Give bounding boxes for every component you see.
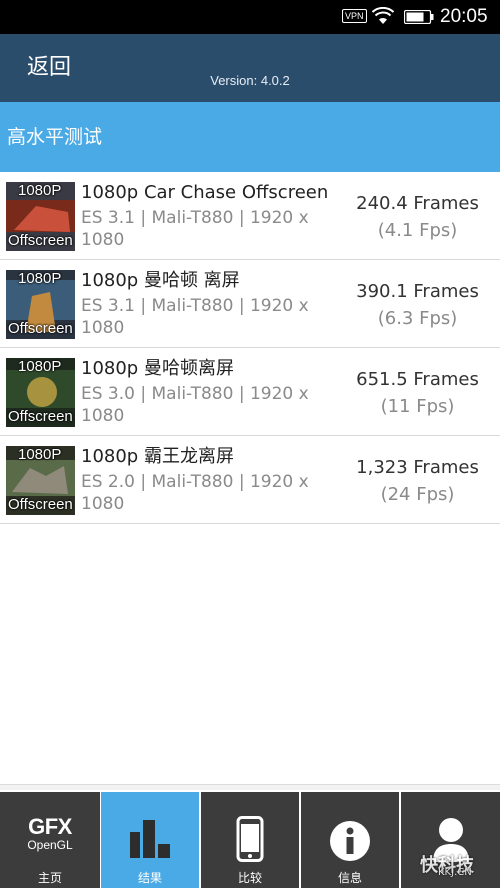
test-frames: 240.4 Frames <box>356 193 479 214</box>
battery-icon <box>404 10 434 24</box>
bar-chart-icon <box>130 820 170 858</box>
test-details: ES 3.1 | Mali-T880 | 1920 x 1080 <box>81 208 309 250</box>
info-icon <box>330 821 370 861</box>
test-fps: (24 Fps) <box>380 484 455 505</box>
test-name: 1080p 曼哈顿 离屏 <box>81 270 240 291</box>
gfx-opengl-logo: GFX OpenGL <box>0 814 100 853</box>
tab-bar-divider <box>0 784 500 790</box>
test-fps: (11 Fps) <box>380 396 455 417</box>
test-frames: 651.5 Frames <box>356 369 479 390</box>
watermark: 快科技 KKJ.CN <box>420 851 474 878</box>
tab-compare[interactable]: 比较 <box>201 792 299 888</box>
test-row[interactable]: 1080P Offscreen 1080p 霸王龙离屏 ES 2.0 | Mal… <box>0 436 500 524</box>
thumb-resolution-tag: 1080P <box>18 358 62 375</box>
test-fps: (6.3 Fps) <box>377 308 458 329</box>
test-fps: (4.1 Fps) <box>377 220 458 241</box>
phone-icon <box>236 816 264 862</box>
tab-label: 信息 <box>337 871 362 885</box>
section-title: 高水平测试 <box>7 126 103 148</box>
thumb-offscreen-tag: Offscreen <box>8 320 73 337</box>
test-row[interactable]: 1080P Offscreen 1080p 曼哈顿离屏 ES 3.0 | Mal… <box>0 348 500 436</box>
test-thumbnail: 1080P Offscreen <box>6 182 75 251</box>
tab-label: 结果 <box>137 871 162 885</box>
thumb-offscreen-tag: Offscreen <box>8 496 73 513</box>
test-frames: 390.1 Frames <box>356 281 479 302</box>
test-thumbnail: 1080P Offscreen <box>6 358 75 427</box>
test-details: ES 2.0 | Mali-T880 | 1920 x 1080 <box>81 472 309 514</box>
logo-main-text: GFX <box>28 814 72 839</box>
test-thumbnail: 1080P Offscreen <box>6 270 75 339</box>
section-header: 高水平测试 <box>0 102 500 172</box>
clock: 20:05 <box>440 6 488 27</box>
wifi-icon <box>372 7 394 24</box>
test-name: 1080p 霸王龙离屏 <box>81 446 234 467</box>
test-row[interactable]: 1080P Offscreen 1080p 曼哈顿 离屏 ES 3.1 | Ma… <box>0 260 500 348</box>
tab-label: 比较 <box>237 871 262 885</box>
tab-info[interactable]: 信息 <box>301 792 399 888</box>
results-list: 1080P Offscreen 1080p Car Chase Offscree… <box>0 172 500 524</box>
test-frames: 1,323 Frames <box>356 457 479 478</box>
version-label: Version: 4.0.2 <box>210 73 290 88</box>
status-bar: VPN 20:05 <box>0 0 500 34</box>
tab-home[interactable]: GFX OpenGL 主页 <box>0 792 100 888</box>
tab-results[interactable]: 结果 <box>101 792 199 888</box>
thumb-resolution-tag: 1080P <box>18 270 62 287</box>
watermark-site: KKJ.CN <box>438 867 472 878</box>
test-name: 1080p 曼哈顿离屏 <box>81 358 234 379</box>
app-header: 返回 Version: 4.0.2 <box>0 34 500 102</box>
test-thumbnail: 1080P Offscreen <box>6 446 75 515</box>
test-row[interactable]: 1080P Offscreen 1080p Car Chase Offscree… <box>0 172 500 260</box>
test-details: ES 3.1 | Mali-T880 | 1920 x 1080 <box>81 296 309 338</box>
tab-label: 主页 <box>37 871 62 885</box>
thumb-offscreen-tag: Offscreen <box>8 232 73 249</box>
test-details: ES 3.0 | Mali-T880 | 1920 x 1080 <box>81 384 309 426</box>
thumb-offscreen-tag: Offscreen <box>8 408 73 425</box>
thumb-shape <box>27 377 57 407</box>
test-name: 1080p Car Chase Offscreen <box>81 182 329 203</box>
vpn-indicator: VPN <box>342 9 367 23</box>
thumb-resolution-tag: 1080P <box>18 446 62 463</box>
thumb-resolution-tag: 1080P <box>18 182 62 199</box>
logo-sub-text: OpenGL <box>27 838 73 852</box>
